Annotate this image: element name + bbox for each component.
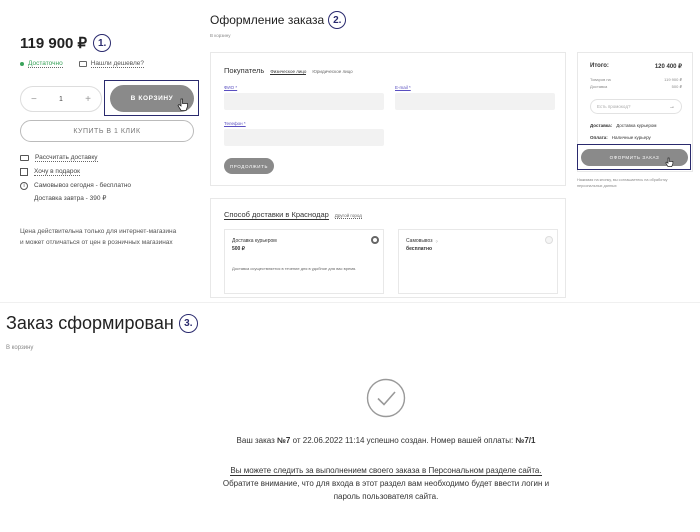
payment-value: Наличные курьеру: [611, 135, 651, 140]
order-created-message: Ваш заказ №7 от 22.06.2022 11:14 успешно…: [0, 436, 700, 445]
courier-description: Доставка осуществляется в течение дня в …: [232, 266, 357, 271]
success-breadcrumb[interactable]: В корзину: [6, 345, 33, 351]
other-city-link[interactable]: Другой город: [334, 213, 362, 219]
wallet-icon: [78, 61, 87, 67]
delivery-line-value: Доставка курьером: [616, 123, 657, 128]
buyer-card: Покупатель Физическое лицо Юридическое л…: [210, 52, 566, 186]
add-to-cart-label: В КОРЗИНУ: [130, 95, 174, 102]
success-title: Заказ сформирован: [6, 313, 174, 333]
continue-button[interactable]: ПРОДОЛЖИТЬ: [224, 158, 274, 174]
email-field[interactable]: [395, 93, 555, 110]
total-value: 120 400 ₽: [654, 64, 682, 70]
minus-button[interactable]: −: [31, 94, 37, 105]
total-label: Итого:: [590, 63, 609, 69]
phone-label: Телефон *: [224, 121, 246, 126]
quantity-value[interactable]: 1: [59, 96, 63, 103]
found-cheaper-link[interactable]: Нашли дешевле?: [90, 60, 145, 68]
pickup-price: бесплатно: [406, 246, 433, 252]
courier-name: Доставка курьером: [232, 238, 277, 244]
hand-cursor-icon: [177, 98, 188, 111]
pickup-name: Самовывоз: [406, 238, 433, 244]
fio-label: ФИО *: [224, 85, 238, 90]
arrow-right-icon[interactable]: →: [669, 104, 675, 110]
truck-icon: [20, 155, 29, 161]
tab-legal[interactable]: Юридическое лицо: [312, 69, 352, 74]
phone-field[interactable]: [224, 129, 384, 146]
fio-field[interactable]: [224, 93, 384, 110]
product-panel: 119 900 ₽ 1. Достаточно Нашли дешевле? −…: [0, 0, 205, 300]
delivery-card: Способ доставки в Краснодар Другой город…: [210, 198, 566, 298]
step-1-badge: 1.: [93, 34, 112, 52]
login-note-line1: Обратите внимание, что для входа в этот …: [222, 479, 550, 488]
buy-one-click-button[interactable]: КУПИТЬ В 1 КЛИК: [20, 120, 194, 142]
gift-icon: [20, 168, 28, 176]
step-2-badge: 2.: [328, 11, 347, 29]
delivery-line-label: Доставка:: [590, 123, 613, 128]
check-circle-icon: [366, 378, 406, 418]
product-price: 119 900 ₽: [20, 35, 88, 52]
stock-status-link[interactable]: Достаточно: [28, 60, 63, 68]
info-icon: i: [20, 182, 28, 190]
payment-label: Оплата:: [590, 135, 608, 140]
help-icon: ?: [435, 238, 438, 244]
tab-individual[interactable]: Физическое лицо: [270, 69, 307, 75]
pickup-info: Самовывоз сегодня - бесплатно: [34, 182, 132, 189]
checkout-breadcrumb[interactable]: В корзину: [210, 33, 231, 38]
step-3-badge: 3.: [178, 314, 198, 333]
plus-button[interactable]: +: [85, 94, 91, 105]
msg-mid: от 22.06.2022 11:14 успешно создан. Номе…: [290, 436, 516, 445]
calc-delivery-link[interactable]: Рассчитать доставку: [35, 154, 98, 162]
buy-one-click-label: КУПИТЬ В 1 КЛИК: [73, 127, 141, 135]
courier-option[interactable]: Доставка курьером 500 ₽ Доставка осущест…: [224, 229, 384, 294]
price-note: Цена действительна только для интернет-м…: [20, 228, 177, 246]
personal-section-link[interactable]: Вы можете следить за выполнением своего …: [230, 466, 542, 476]
success-panel: Заказ сформирован 3. В корзину Ваш заказ…: [0, 303, 700, 532]
order-number: №7: [277, 436, 291, 445]
quantity-stepper[interactable]: − 1 +: [20, 86, 102, 112]
stock-dot-icon: [20, 62, 24, 66]
email-label: E-mail *: [395, 85, 411, 90]
place-order-label: ОФОРМИТЬ ЗАКАЗ: [609, 155, 660, 160]
promo-input[interactable]: Есть промокод? →: [590, 99, 682, 114]
payment-number: №7/1: [515, 436, 536, 445]
goods-value: 119 900 ₽: [664, 77, 682, 82]
courier-radio[interactable]: [371, 236, 379, 244]
hand-cursor-icon: [665, 157, 674, 167]
goods-label: Товаров на: [590, 77, 611, 82]
courier-price: 500 ₽: [232, 246, 245, 252]
promo-placeholder: Есть промокод?: [597, 104, 631, 109]
pickup-radio[interactable]: [545, 236, 553, 244]
want-gift-link[interactable]: Хочу в подарок: [34, 168, 80, 176]
pickup-option[interactable]: Самовывоз ? бесплатно: [398, 229, 558, 294]
delivery-method-title: Способ доставки в Краснодар: [224, 210, 329, 220]
delivery-info: Доставка завтра - 390 ₽: [34, 195, 107, 202]
continue-label: ПРОДОЛЖИТЬ: [229, 163, 269, 169]
checkout-panel: Оформление заказа 2. В корзину Покупател…: [205, 0, 700, 300]
login-note-line2: пароль пользователя сайта.: [333, 492, 439, 501]
msg-pre: Ваш заказ: [236, 436, 278, 445]
summary-delivery-label: Доставка: [590, 84, 608, 89]
buyer-label: Покупатель: [224, 66, 265, 75]
checkout-title: Оформление заказа: [210, 13, 325, 27]
summary-delivery-value: 500 ₽: [671, 84, 682, 89]
consent-text: Нажимая на кнопку, вы соглашаетесь на об…: [577, 178, 668, 188]
